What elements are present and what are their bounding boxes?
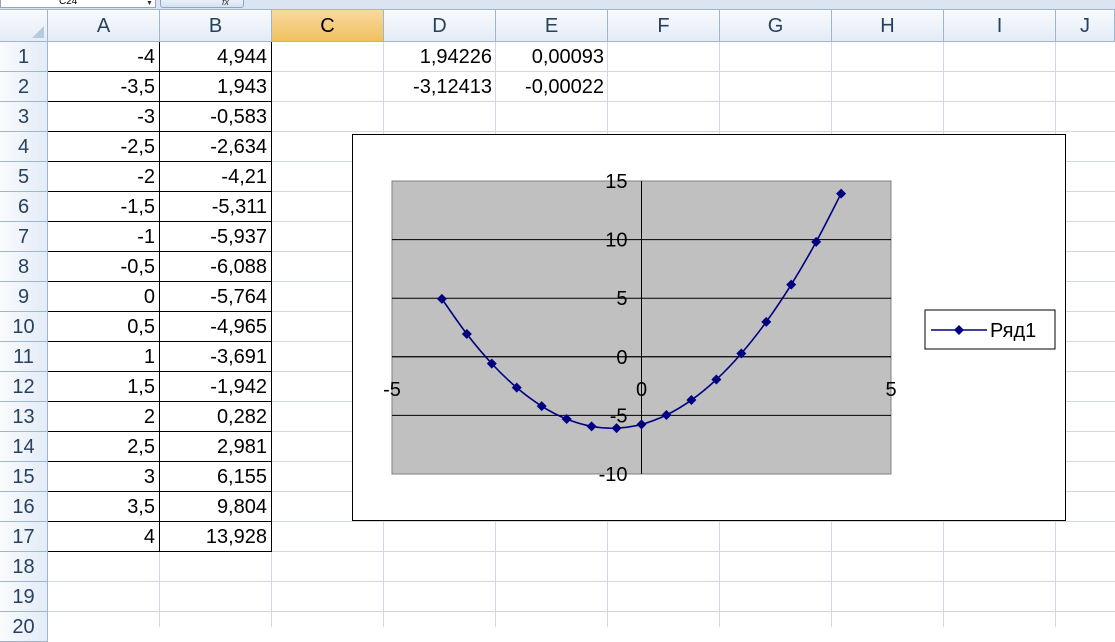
row-header-6[interactable]: 6 [0, 192, 48, 222]
column-header-i[interactable]: I [944, 10, 1056, 42]
cell-a16[interactable]: 3,5 [48, 492, 160, 522]
cell-b9[interactable]: -5,764 [160, 282, 272, 312]
cell-b11[interactable]: -3,691 [160, 342, 272, 372]
column-header-h[interactable]: H [832, 10, 944, 42]
row-header-7[interactable]: 7 [0, 222, 48, 252]
cell-b7[interactable]: -5,937 [160, 222, 272, 252]
chart-object[interactable]: -10 -5 0 5 10 15 -5 0 5 Ряд1 [352, 134, 1066, 521]
row-header-11[interactable]: 11 [0, 342, 48, 372]
y-tick-label: -5 [610, 405, 628, 427]
legend-label: Ряд1 [990, 320, 1036, 342]
cell-b8[interactable]: -6,088 [160, 252, 272, 282]
y-tick-label: 15 [605, 171, 627, 193]
cell-b3[interactable]: -0,583 [160, 102, 272, 132]
cell-b14[interactable]: 2,981 [160, 432, 272, 462]
cell-a12[interactable]: 1,5 [48, 372, 160, 402]
cell-a13[interactable]: 2 [48, 402, 160, 432]
row-header-12[interactable]: 12 [0, 372, 48, 402]
x-tick-label: 0 [636, 379, 647, 401]
y-tick-label: -10 [599, 464, 628, 486]
x-tick-label: -5 [383, 379, 401, 401]
cell-a10[interactable]: 0,5 [48, 312, 160, 342]
name-box[interactable]: C24 [0, 0, 156, 8]
chart-svg: -10 -5 0 5 10 15 -5 0 5 Ряд1 [383, 171, 1056, 486]
row-header-2[interactable]: 2 [0, 72, 48, 102]
x-tick-label: 5 [885, 379, 896, 401]
cell-b16[interactable]: 9,804 [160, 492, 272, 522]
y-tick-label: 0 [616, 347, 627, 369]
formula-bar: C24 ▼ fx [0, 0, 1115, 10]
cell-b2[interactable]: 1,943 [160, 72, 272, 102]
cell-d2[interactable]: -3,12413 [384, 72, 496, 102]
cell-e2[interactable]: -0,00022 [496, 72, 608, 102]
row-header-5[interactable]: 5 [0, 162, 48, 192]
cell-a7[interactable]: -1 [48, 222, 160, 252]
row-header-9[interactable]: 9 [0, 282, 48, 312]
cell-a5[interactable]: -2 [48, 162, 160, 192]
cell-a4[interactable]: -2,5 [48, 132, 160, 162]
formula-buttons[interactable] [160, 0, 244, 8]
cell-a11[interactable]: 1 [48, 342, 160, 372]
cell-a8[interactable]: -0,5 [48, 252, 160, 282]
column-header-d[interactable]: D [384, 10, 496, 42]
row-header-15[interactable]: 15 [0, 462, 48, 492]
cell-a14[interactable]: 2,5 [48, 432, 160, 462]
row-header-20[interactable]: 20 [0, 612, 48, 642]
y-tick-label: 5 [616, 288, 627, 310]
column-header-f[interactable]: F [608, 10, 720, 42]
cell-b4[interactable]: -2,634 [160, 132, 272, 162]
column-header-e[interactable]: E [496, 10, 608, 42]
select-all-button[interactable] [0, 10, 48, 42]
cell-a2[interactable]: -3,5 [48, 72, 160, 102]
cell-a9[interactable]: 0 [48, 282, 160, 312]
legend[interactable]: Ряд1 [924, 309, 1056, 350]
cell-b5[interactable]: -4,21 [160, 162, 272, 192]
column-header-c[interactable]: C [272, 10, 384, 42]
row-header-17[interactable]: 17 [0, 522, 48, 552]
cell-b17[interactable]: 13,928 [160, 522, 272, 552]
row-header-19[interactable]: 19 [0, 582, 48, 612]
cell-d1[interactable]: 1,94226 [384, 42, 496, 72]
cell-a3[interactable]: -3 [48, 102, 160, 132]
chevron-down-icon[interactable]: ▼ [146, 0, 153, 7]
column-header-b[interactable]: B [160, 10, 272, 42]
cell-b6[interactable]: -5,311 [160, 192, 272, 222]
select-all-triangle-icon [32, 26, 44, 38]
column-header-g[interactable]: G [720, 10, 832, 42]
cell-b15[interactable]: 6,155 [160, 462, 272, 492]
row-header-13[interactable]: 13 [0, 402, 48, 432]
row-header-1[interactable]: 1 [0, 42, 48, 72]
cell-b1[interactable]: 4,944 [160, 42, 272, 72]
row-header-4[interactable]: 4 [0, 132, 48, 162]
row-header-8[interactable]: 8 [0, 252, 48, 282]
cell-a6[interactable]: -1,5 [48, 192, 160, 222]
cell-a15[interactable]: 3 [48, 462, 160, 492]
cell-e1[interactable]: 0,00093 [496, 42, 608, 72]
function-icon[interactable]: fx [222, 0, 229, 7]
column-header-j[interactable]: J [1056, 10, 1115, 42]
cell-a1[interactable]: -4 [48, 42, 160, 72]
y-tick-label: 10 [605, 230, 627, 252]
row-header-10[interactable]: 10 [0, 312, 48, 342]
cell-b10[interactable]: -4,965 [160, 312, 272, 342]
row-header-18[interactable]: 18 [0, 552, 48, 582]
cell-b13[interactable]: 0,282 [160, 402, 272, 432]
row-header-16[interactable]: 16 [0, 492, 48, 522]
cell-b12[interactable]: -1,942 [160, 372, 272, 402]
row-header-14[interactable]: 14 [0, 432, 48, 462]
column-header-a[interactable]: A [48, 10, 160, 42]
row-header-3[interactable]: 3 [0, 102, 48, 132]
cell-a17[interactable]: 4 [48, 522, 160, 552]
